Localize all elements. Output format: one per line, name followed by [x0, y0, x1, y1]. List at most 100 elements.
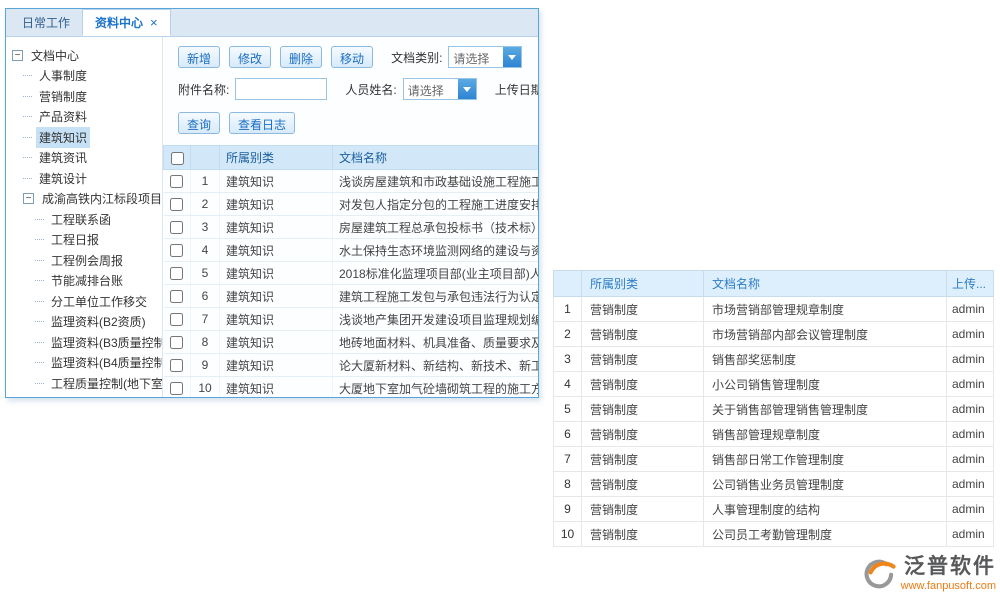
row-checkbox[interactable]	[170, 290, 183, 303]
row-index-cell: 9	[554, 497, 582, 522]
tab-data-center[interactable]: 资料中心 ×	[82, 9, 171, 36]
table-row[interactable]: 9 建筑知识 论大厦新材料、新结构、新技术、新工...	[164, 354, 539, 377]
tree-item[interactable]: 工程日报	[6, 230, 162, 251]
table-row[interactable]: 8 营销制度 公司销售业务员管理制度 admin	[554, 472, 994, 497]
table-row[interactable]: 7 建筑知识 浅谈地产集团开发建设项目监理规划编...	[164, 308, 539, 331]
modify-button[interactable]: 修改	[229, 46, 271, 68]
tree-branch-line	[35, 280, 44, 281]
name-cell: 对发包人指定分包的工程施工进度安排...	[333, 193, 539, 216]
chevron-down-icon[interactable]	[503, 47, 521, 67]
tab-bar: 日常工作 资料中心 ×	[6, 9, 538, 37]
tree-item[interactable]: 文档中心	[6, 45, 162, 66]
tab-daily-work[interactable]: 日常工作	[10, 9, 82, 36]
table-row[interactable]: 3 建筑知识 房屋建筑工程总承包投标书（技术标）...	[164, 216, 539, 239]
row-checkbox[interactable]	[170, 198, 183, 211]
tree-item-label: 工程日报	[48, 229, 102, 250]
category-cell: 建筑知识	[220, 262, 333, 285]
tree-item[interactable]: 建筑设计	[6, 168, 162, 189]
attachment-name-label: 附件名称:	[178, 81, 229, 98]
table-row[interactable]: 5 建筑知识 2018标准化监理项目部(业主项目部)人员...	[164, 262, 539, 285]
table-row[interactable]: 8 建筑知识 地砖地面材料、机具准备、质量要求及...	[164, 331, 539, 354]
table-row[interactable]: 10 建筑知识 大厦地下室加气砼墙砌筑工程的施工方...	[164, 377, 539, 398]
table-row[interactable]: 4 建筑知识 水土保持生态环境监测网络的建设与资...	[164, 239, 539, 262]
table-row[interactable]: 6 建筑知识 建筑工程施工发包与承包违法行为认定...	[164, 285, 539, 308]
col-name: 文档名称	[704, 271, 947, 297]
tree-branch-line	[23, 116, 32, 117]
table-row[interactable]: 4 营销制度 小公司销售管理制度 admin	[554, 372, 994, 397]
table-row[interactable]: 5 营销制度 关于销售部管理销售管理制度 admin	[554, 397, 994, 422]
tree-branch-line	[35, 342, 44, 343]
tree-item[interactable]: 分工单位工作移交	[6, 291, 162, 312]
row-index-cell: 10	[554, 522, 582, 547]
tree-item-label: 监理资料(B4质量控制)	[48, 352, 163, 373]
category-cell: 建筑知识	[220, 216, 333, 239]
tree-item[interactable]: 工程质量控制(地下室)	[6, 373, 162, 394]
search-button[interactable]: 查询	[178, 112, 220, 134]
tree-item-label: 文档中心	[28, 45, 82, 66]
name-cell: 销售部管理规章制度	[704, 422, 947, 447]
tree-item-label: 工程质量控制(地下室)	[48, 373, 163, 394]
row-checkbox[interactable]	[170, 382, 183, 395]
document-table: 所属别类 文档名称 1 建筑知识	[163, 145, 538, 397]
view-log-button[interactable]: 查看日志	[229, 112, 295, 134]
row-index-cell: 8	[554, 472, 582, 497]
table-row[interactable]: 7 营销制度 销售部日常工作管理制度 admin	[554, 447, 994, 472]
tree-item[interactable]: 产品资料	[6, 107, 162, 128]
tree-item[interactable]: 成渝高铁内江标段项目	[6, 189, 162, 210]
delete-button[interactable]: 删除	[280, 46, 322, 68]
tree-item[interactable]: 监理资料(B2资质)	[6, 312, 162, 333]
category-cell: 建筑知识	[220, 170, 333, 193]
row-checkbox[interactable]	[170, 267, 183, 280]
category-cell: 建筑知识	[220, 193, 333, 216]
col-uploader: 上传...	[947, 271, 994, 297]
add-button[interactable]: 新增	[178, 46, 220, 68]
collapse-icon[interactable]	[23, 193, 34, 204]
row-checkbox[interactable]	[170, 336, 183, 349]
tree-item[interactable]: 营销制度	[6, 86, 162, 107]
upload-date-label: 上传日期	[495, 81, 538, 98]
table-row[interactable]: 1 营销制度 市场营销部管理规章制度 admin	[554, 297, 994, 322]
row-checkbox[interactable]	[170, 244, 183, 257]
tree-item[interactable]: 工程联系函	[6, 209, 162, 230]
chevron-down-icon[interactable]	[458, 79, 476, 99]
name-cell: 销售部日常工作管理制度	[704, 447, 947, 472]
tree-item[interactable]: 监理资料(B4质量控制)	[6, 353, 162, 374]
name-cell: 浅谈地产集团开发建设项目监理规划编...	[333, 308, 539, 331]
doc-category-select[interactable]: 请选择	[448, 46, 522, 68]
attachment-name-input[interactable]	[235, 78, 327, 100]
table-row[interactable]: 3 营销制度 销售部奖惩制度 admin	[554, 347, 994, 372]
tree-item-label: 建筑资讯	[36, 147, 90, 168]
table-row[interactable]: 1 建筑知识 浅谈房屋建筑和市政基础设施工程施工...	[164, 170, 539, 193]
doc-category-label: 文档类别:	[391, 49, 442, 66]
tree-item[interactable]: 建筑资讯	[6, 148, 162, 169]
tree-item-label: 人事制度	[36, 65, 90, 86]
select-all-checkbox[interactable]	[171, 152, 184, 165]
row-checkbox[interactable]	[170, 221, 183, 234]
uploader-cell: admin	[947, 347, 994, 372]
tree-item[interactable]: 监理资料(B3质量控制)	[6, 332, 162, 353]
tree-item-label: 营销制度	[36, 86, 90, 107]
name-cell: 浅谈房屋建筑和市政基础设施工程施工...	[333, 170, 539, 193]
row-checkbox[interactable]	[170, 175, 183, 188]
row-checkbox[interactable]	[170, 359, 183, 372]
tree-item[interactable]: 人事制度	[6, 66, 162, 87]
table-row[interactable]: 6 营销制度 销售部管理规章制度 admin	[554, 422, 994, 447]
row-index-cell: 2	[554, 322, 582, 347]
table-row[interactable]: 9 营销制度 人事管理制度的结构 admin	[554, 497, 994, 522]
table-row[interactable]: 10 营销制度 公司员工考勤管理制度 admin	[554, 522, 994, 547]
tree-item[interactable]: 建筑知识	[6, 127, 162, 148]
row-checkbox[interactable]	[170, 313, 183, 326]
tree-item-label: 分工单位工作移交	[48, 291, 150, 312]
close-icon[interactable]: ×	[150, 15, 158, 30]
move-button[interactable]: 移动	[331, 46, 373, 68]
collapse-icon[interactable]	[12, 50, 23, 61]
tree-branch-line	[23, 96, 32, 97]
person-name-select[interactable]: 请选择	[403, 78, 477, 100]
tree-item[interactable]: 节能减排台账	[6, 271, 162, 292]
tree-item[interactable]: 工程例会周报	[6, 250, 162, 271]
row-index-cell: 4	[554, 372, 582, 397]
tree-item-label: 节能减排台账	[48, 270, 126, 291]
table-row[interactable]: 2 建筑知识 对发包人指定分包的工程施工进度安排...	[164, 193, 539, 216]
row-index-cell: 3	[191, 216, 220, 239]
table-row[interactable]: 2 营销制度 市场营销部内部会议管理制度 admin	[554, 322, 994, 347]
